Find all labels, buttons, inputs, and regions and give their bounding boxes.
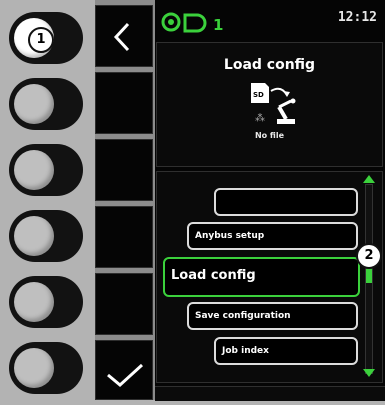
button-knob (14, 282, 54, 322)
back-chevron-icon (113, 22, 130, 52)
button-knob (14, 348, 54, 388)
menu-item-blank[interactable] (214, 188, 358, 216)
back-softkey[interactable] (95, 5, 153, 67)
physical-button-3[interactable] (9, 144, 83, 196)
button-knob (14, 150, 54, 190)
physical-button-6[interactable] (9, 342, 83, 394)
physical-button-column: 1 (0, 0, 95, 400)
svg-text:⁂: ⁂ (255, 112, 265, 124)
bottom-panel-edge (155, 386, 385, 401)
physical-button-5[interactable] (9, 276, 83, 328)
load-config-illustration: SD ⁂ (251, 83, 296, 124)
button-knob (14, 84, 54, 124)
channel-number: 1 (213, 16, 224, 34)
clock: 12:12 (337, 10, 377, 25)
callout-badge-1: 1 (28, 27, 54, 53)
physical-button-2[interactable] (9, 78, 83, 130)
menu-item-save-configuration[interactable]: Save configuration (187, 302, 358, 330)
softkey-2[interactable] (95, 72, 153, 134)
menu-item-job-index[interactable]: Job index (214, 337, 358, 365)
softkey-column (95, 0, 155, 400)
softkey-3[interactable] (95, 139, 153, 201)
panel-title: Load config (223, 57, 316, 73)
menu-list-panel: Anybus setup Load config Save configurat… (156, 171, 383, 383)
sd-card-icon: SD (251, 83, 269, 103)
scroll-down-arrow-icon[interactable] (362, 368, 376, 378)
confirm-softkey[interactable] (95, 340, 153, 400)
main-screen: 1 12:12 Load config SD ⁂ No file Anybus … (155, 0, 385, 401)
file-status: No file (254, 131, 285, 140)
menu-item-load-config[interactable]: Load config (163, 257, 360, 297)
softkey-5[interactable] (95, 273, 153, 335)
svg-text:SD: SD (253, 91, 264, 99)
info-panel: Load config SD ⁂ No file (156, 42, 383, 167)
status-header: 1 12:12 (155, 0, 385, 42)
callout-badge-2: 2 (356, 243, 382, 269)
button-knob (14, 216, 54, 256)
menu-item-anybus-setup[interactable]: Anybus setup (187, 222, 358, 250)
wire-feeder-icon (161, 12, 207, 33)
confirm-check-icon (107, 363, 144, 387)
physical-button-4[interactable] (9, 210, 83, 262)
robot-arm-icon (277, 98, 296, 124)
scroll-up-arrow-icon[interactable] (362, 174, 376, 184)
scrollbar[interactable] (365, 184, 373, 374)
softkey-4[interactable] (95, 206, 153, 268)
